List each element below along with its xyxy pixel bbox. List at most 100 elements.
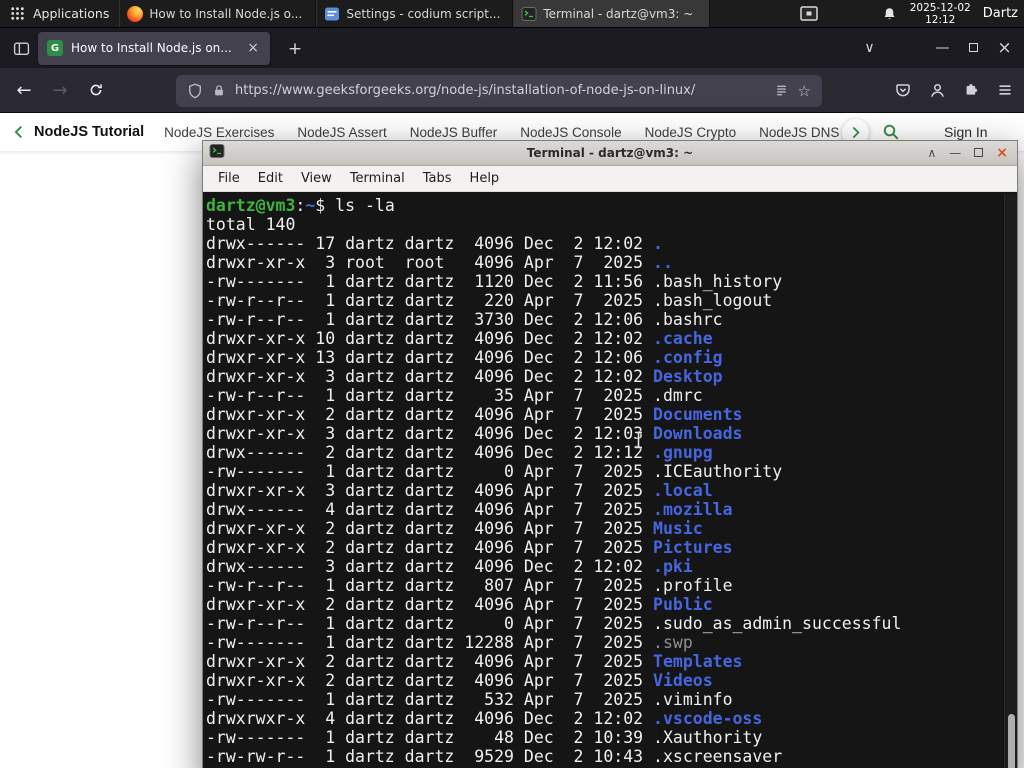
file-meta: -rw------- 1 dartz dartz 532 Apr 7 2025 [206,690,654,709]
file-meta: drwx------ 4 dartz dartz 4096 Apr 7 2025 [206,500,654,519]
site-nav-link[interactable]: NodeJS Crypto [645,125,737,140]
terminal-listing: drwx------ 17 dartz dartz 4096 Dec 2 12:… [206,234,1004,766]
terminal-output-line: -rw------- 1 dartz dartz 1120 Dec 2 11:5… [206,272,1004,291]
back-button[interactable]: ← [8,74,40,106]
nav-scroll-left-icon[interactable] [12,125,26,139]
terminal-scrollbar[interactable] [1004,194,1017,768]
file-name: .vscode-oss [653,709,763,728]
account-icon[interactable] [920,74,954,106]
firefox-view-button[interactable] [8,35,35,62]
reload-button[interactable] [80,74,112,106]
file-meta: -rw------- 1 dartz dartz 48 Dec 2 10:39 [206,728,654,747]
maximize-button[interactable] [974,146,984,160]
file-meta: -rw-r--r-- 1 dartz dartz 807 Apr 7 2025 [206,576,654,595]
applications-menu-button[interactable]: Applications [0,0,119,27]
file-meta: -rw------- 1 dartz dartz 1120 Dec 2 11:5… [206,272,654,291]
minimize-button[interactable]: — [949,146,961,160]
terminal-menu-item[interactable]: View [292,171,341,186]
extensions-puzzle-icon[interactable] [954,74,988,106]
browser-nav-toolbar: ← → https://www.geeksforgeeks.org/node-j… [0,68,1024,113]
terminal-icon [521,6,537,22]
firefox-view-icon [13,42,30,56]
site-nav-link[interactable]: NodeJS DNS [759,125,839,140]
terminal-title-bar[interactable]: Terminal - dartz@vm3: ~ ∧ — × [203,141,1017,166]
terminal-output-line: drwxr-xr-x 2 dartz dartz 4096 Apr 7 2025… [206,671,1004,690]
minimize-button[interactable]: — [927,33,958,62]
terminal-output-line: drwxr-xr-x 2 dartz dartz 4096 Apr 7 2025… [206,538,1004,557]
pocket-icon[interactable] [886,74,920,106]
browser-tab-active[interactable]: G How to Install Node.js on... × [38,31,270,65]
notifications-bell-icon[interactable] [882,6,898,22]
file-meta: drwxr-xr-x 2 dartz dartz 4096 Apr 7 2025 [206,652,654,671]
file-meta: drwxr-xr-x 2 dartz dartz 4096 Apr 7 2025 [206,671,654,690]
terminal-output[interactable]: dartz@vm3:~$ ls -la total 140 drwx------… [203,194,1004,768]
terminal-output-line: -rw-r--r-- 1 dartz dartz 0 Apr 7 2025 .s… [206,614,1004,633]
site-nav-link[interactable]: NodeJS Exercises [164,125,274,140]
terminal-output-line: -rw-rw-r-- 1 dartz dartz 9529 Dec 2 10:4… [206,747,1004,766]
file-meta: drwxr-xr-x 10 dartz dartz 4096 Dec 2 12:… [206,329,654,348]
terminal-output-line: -rw------- 1 dartz dartz 532 Apr 7 2025 … [206,690,1004,709]
file-meta: drwxr-xr-x 2 dartz dartz 4096 Apr 7 2025 [206,519,654,538]
terminal-output-line: -rw------- 1 dartz dartz 48 Dec 2 10:39 … [206,728,1004,747]
terminal-menu-item[interactable]: File [209,171,249,186]
terminal-menu-item[interactable]: Edit [249,171,292,186]
terminal-output-line: -rw-r--r-- 1 dartz dartz 35 Apr 7 2025 .… [206,386,1004,405]
file-name: .viminfo [653,690,733,709]
bookmark-star-icon[interactable]: ☆ [798,82,811,100]
forward-button[interactable]: → [44,74,76,106]
menu-hamburger-icon[interactable] [988,74,1022,106]
taskbar-item-browser[interactable]: How to Install Node.js o... [119,0,317,27]
taskbar-item-terminal[interactable]: Terminal - dartz@vm3: ~ [513,0,711,27]
file-meta: drwxr-xr-x 2 dartz dartz 4096 Apr 7 2025 [206,595,654,614]
panel-clock[interactable]: 2025-12-02 12:12 [910,2,971,26]
terminal-output-line: drwxr-xr-x 2 dartz dartz 4096 Apr 7 2025… [206,652,1004,671]
terminal-menu-bar: File Edit View Terminal Tabs Help [203,166,1017,192]
url-text[interactable]: https://www.geeksforgeeks.org/node-js/in… [235,83,765,98]
terminal-output-line: -rw------- 1 dartz dartz 0 Apr 7 2025 .I… [206,462,1004,481]
site-nav-link[interactable]: NodeJS Buffer [410,125,498,140]
scrollbar-thumb[interactable] [1007,714,1015,768]
sign-in-button[interactable]: Sign In [944,124,988,140]
shade-button[interactable]: ∧ [927,146,936,160]
taskbar-item-label: How to Install Node.js o... [149,6,303,21]
file-meta: drwxr-xr-x 3 dartz dartz 4096 Dec 2 12:0… [206,424,654,443]
tracking-shield-icon[interactable] [187,82,203,99]
new-tab-button[interactable]: + [282,36,308,62]
terminal-output-line: drwxr-xr-x 2 dartz dartz 4096 Apr 7 2025… [206,405,1004,424]
terminal-window-controls: ∧ — × [927,145,1017,161]
terminal-menu-item[interactable]: Tabs [414,171,461,186]
terminal-menu-item[interactable]: Help [461,171,509,186]
file-name: Downloads [653,424,743,443]
file-meta: -rw------- 1 dartz dartz 0 Apr 7 2025 [206,462,654,481]
terminal-output-line: drwxr-xr-x 2 dartz dartz 4096 Apr 7 2025… [206,595,1004,614]
close-button[interactable]: × [996,145,1008,161]
site-nav-link[interactable]: NodeJS Console [520,125,621,140]
site-nav-link[interactable]: NodeJS Assert [297,125,386,140]
terminal-total-line: total 140 [206,215,296,234]
reader-mode-icon[interactable] [774,83,789,98]
terminal-output-line: drwxr-xr-x 3 dartz dartz 4096 Dec 2 12:0… [206,367,1004,386]
file-meta: drwxr-xr-x 2 dartz dartz 4096 Apr 7 2025 [206,538,654,557]
file-meta: -rw-r--r-- 1 dartz dartz 0 Apr 7 2025 [206,614,654,633]
terminal-menu-item[interactable]: Terminal [341,171,414,186]
applications-icon [10,6,26,22]
panel-user-label[interactable]: Dartz [983,6,1018,21]
terminal-output-line: drwx------ 2 dartz dartz 4096 Dec 2 12:1… [206,443,1004,462]
close-button[interactable]: × [989,33,1020,62]
file-meta: drwxr-xr-x 2 dartz dartz 4096 Apr 7 2025 [206,405,654,424]
list-all-tabs-button[interactable]: ∨ [854,33,885,62]
site-nav-primary-link[interactable]: NodeJS Tutorial [34,124,144,140]
file-name: .config [653,348,723,367]
url-bar[interactable]: https://www.geeksforgeeks.org/node-js/in… [176,74,822,107]
systray-window-icon[interactable] [798,5,820,23]
lock-icon[interactable] [212,83,226,98]
maximize-button[interactable] [958,33,989,62]
mouse-cursor [633,431,644,453]
tab-close-icon[interactable]: × [245,40,261,56]
file-name: Documents [653,405,743,424]
file-meta: drwx------ 17 dartz dartz 4096 Dec 2 12:… [206,234,654,253]
terminal-output-line: drwx------ 3 dartz dartz 4096 Dec 2 12:0… [206,557,1004,576]
taskbar-item-settings[interactable]: Settings - codium script... [316,0,514,27]
file-meta: -rw-r--r-- 1 dartz dartz 220 Apr 7 2025 [206,291,654,310]
file-meta: drwxr-xr-x 13 dartz dartz 4096 Dec 2 12:… [206,348,654,367]
